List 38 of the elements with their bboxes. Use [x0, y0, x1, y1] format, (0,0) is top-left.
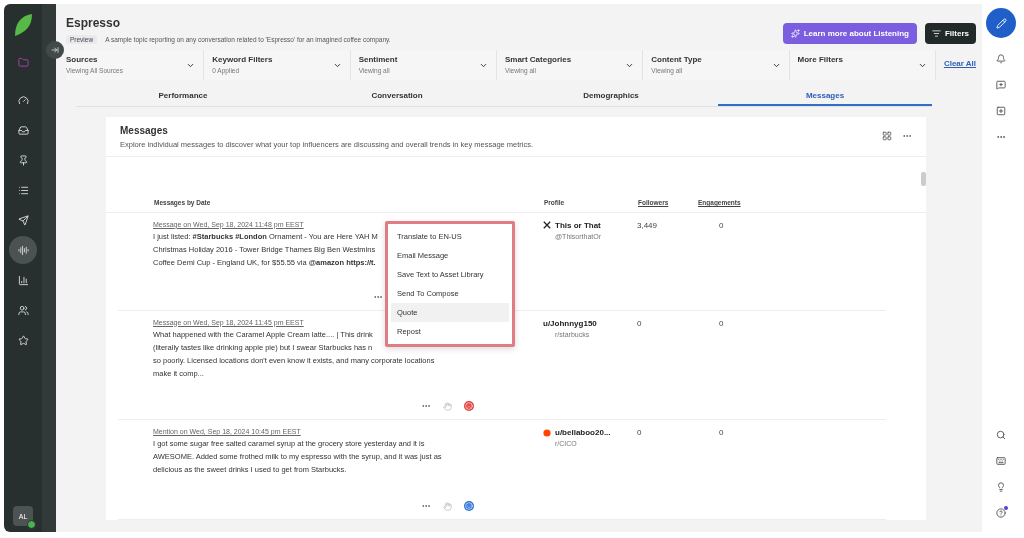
compose-button[interactable]: [986, 8, 1016, 38]
tab[interactable]: Performance: [76, 86, 290, 106]
chevron-down-icon: [771, 61, 781, 70]
filter-icon: [932, 29, 941, 38]
filters-button[interactable]: Filters: [925, 23, 976, 44]
chevron-down-icon: [478, 61, 488, 70]
scrollbar-thumb[interactable]: [921, 172, 926, 186]
chevron-down-icon: [917, 61, 927, 70]
followers-count: 3,449: [637, 220, 659, 232]
pencil-icon: [995, 17, 1007, 29]
chevron-down-icon: [332, 61, 342, 70]
tab[interactable]: Demographics: [504, 86, 718, 106]
smile-face-icon: [464, 501, 474, 511]
reddit-logo-icon: [543, 428, 551, 437]
profile-name[interactable]: u/Johnnyg150: [543, 318, 597, 328]
chevron-down-icon: [186, 61, 196, 70]
clear-all-link[interactable]: Clear All: [935, 50, 977, 80]
engagements-count: 0: [718, 428, 725, 440]
notification-dot-icon: [1004, 506, 1008, 510]
followers-count: 0: [637, 428, 643, 440]
engagements-count: 0: [718, 220, 725, 232]
online-status-icon: [27, 520, 36, 529]
learn-more-button[interactable]: Learn more about Listening: [782, 23, 917, 44]
leaf-logo-icon[interactable]: [12, 12, 34, 38]
profile-name[interactable]: u/bellaboo20...: [543, 428, 611, 438]
chevron-down-icon: [625, 61, 635, 70]
tab[interactable]: Messages: [718, 86, 932, 106]
profile-name[interactable]: This or That: [543, 220, 601, 230]
arrow-to-line-icon: [51, 46, 59, 54]
card-title: Messages: [120, 125, 169, 136]
followers-count: 0: [637, 318, 643, 330]
x-logo-icon: [543, 221, 551, 230]
page-title: Espresso: [66, 16, 122, 30]
tab[interactable]: Conversation: [290, 86, 504, 106]
sparkles-icon: [790, 29, 800, 38]
audio-wave-icon[interactable]: [9, 236, 37, 264]
engagements-count: 0: [718, 318, 725, 330]
frown-face-icon: [464, 401, 474, 412]
